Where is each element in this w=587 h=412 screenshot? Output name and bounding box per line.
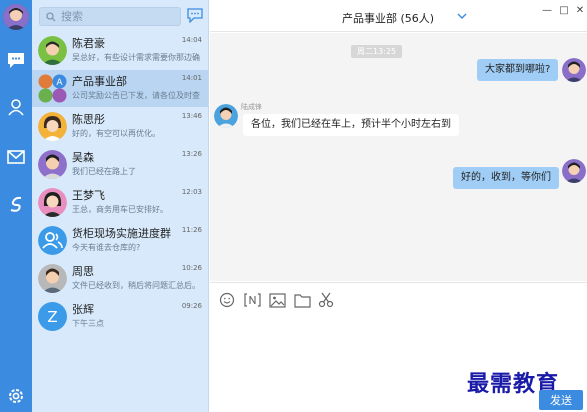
- search-box[interactable]: [39, 7, 181, 26]
- message-bubble-out: 大家都到哪啦?: [477, 59, 559, 81]
- maximize-button[interactable]: □: [557, 3, 571, 17]
- contact-name: 陈君豪: [72, 37, 105, 50]
- contact-name: 王梦飞: [72, 189, 105, 202]
- contact-name: 产品事业部: [72, 75, 127, 88]
- left-rail: [0, 0, 32, 412]
- avatar: [562, 159, 586, 183]
- letter-avatar: Z: [38, 302, 67, 331]
- message-time: 11:26: [181, 226, 202, 234]
- image-icon[interactable]: [268, 291, 286, 309]
- contact-name: 周思: [72, 265, 94, 278]
- composer-toolbar: [210, 282, 587, 316]
- new-chat-icon[interactable]: [187, 8, 203, 24]
- list-item[interactable]: 吴森 13:26 我们已经在路上了: [32, 146, 208, 183]
- chevron-down-icon[interactable]: [456, 11, 468, 21]
- svg-text:A: A: [56, 78, 63, 88]
- message-bubble-in: 各位，我们已经在车上，预计半个小时左右到: [243, 114, 459, 136]
- contact-name: 货柜现场实施进度群: [72, 227, 171, 240]
- avatar: [562, 58, 586, 82]
- message-area: 周二13:25 大家都到哪啦? 陆成锋 各位，我们已经在车上，预计半个小时左右到…: [210, 33, 587, 281]
- sender-name: 陆成锋: [241, 103, 262, 111]
- message-time: 10:26: [181, 264, 202, 272]
- list-item[interactable]: 陈思彤 13:46 好的，有空可以再优化。: [32, 108, 208, 145]
- contact-name: 陈思彤: [72, 113, 105, 126]
- contacts-person-icon[interactable]: [4, 95, 28, 119]
- folder-icon[interactable]: [293, 291, 311, 309]
- message-time: 12:03: [181, 188, 202, 196]
- message-time: 14:01: [181, 74, 202, 82]
- message-preview: 今天有谁去仓库的?: [72, 243, 141, 252]
- close-button[interactable]: ✕: [573, 3, 587, 17]
- emoji-icon[interactable]: [218, 291, 236, 309]
- avatar: [38, 264, 67, 293]
- list-item[interactable]: 货柜现场实施进度群 11:26 今天有谁去仓库的?: [32, 222, 208, 259]
- scissors-icon[interactable]: [317, 291, 335, 309]
- message-preview: 公司奖励公告已下发，请各位及时查: [72, 91, 200, 100]
- search-input[interactable]: [61, 10, 171, 23]
- list-item[interactable]: 王梦飞 12:03 王总，商务用车已安排好。: [32, 184, 208, 221]
- message-preview: 吴总好，有些设计需求需要你那边确: [72, 53, 200, 62]
- apps-link-icon[interactable]: [4, 192, 28, 216]
- group-avatar: A: [38, 74, 67, 103]
- mail-icon[interactable]: [4, 145, 28, 169]
- message-preview: 文件已经收到，稍后将问题汇总后。: [72, 281, 200, 290]
- avatar: [38, 150, 67, 179]
- contact-name: 张辉: [72, 303, 94, 316]
- avatar: [38, 36, 67, 65]
- minimize-button[interactable]: —: [540, 3, 554, 17]
- list-item-selected[interactable]: A 产品事业部 14:01 公司奖励公告已下发，请各位及时查: [32, 70, 208, 107]
- time-divider: 周二13:25: [351, 45, 403, 58]
- conversation-list: 陈君豪 14:04 吴总好，有些设计需求需要你那边确 A 产品事业部 14:01…: [32, 0, 209, 412]
- message-time: 14:04: [181, 36, 202, 44]
- message-time: 09:26: [181, 302, 202, 310]
- chat-title: 产品事业部 (56人): [342, 12, 435, 25]
- chat-bubble-icon[interactable]: [4, 48, 28, 72]
- message-preview: 好的，有空可以再优化。: [72, 129, 160, 138]
- message-preview: 我们已经在路上了: [72, 167, 136, 176]
- contact-name: 吴森: [72, 151, 94, 164]
- screenshot-icon[interactable]: [243, 291, 261, 309]
- chat-header: 产品事业部 (56人) — □ ✕: [210, 0, 587, 32]
- message-time: 13:46: [181, 112, 202, 120]
- chat-pane: 产品事业部 (56人) — □ ✕ 周二13:25 大家都到哪啦? 陆成锋 各位…: [210, 0, 587, 412]
- avatar: [214, 104, 238, 128]
- settings-gear-icon[interactable]: [4, 384, 28, 408]
- message-preview: 王总，商务用车已安排好。: [72, 205, 168, 214]
- search-icon: [46, 11, 56, 21]
- list-item[interactable]: 陈君豪 14:04 吴总好，有些设计需求需要你那边确: [32, 32, 208, 69]
- list-item[interactable]: 周思 10:26 文件已经收到，稍后将问题汇总后。: [32, 260, 208, 297]
- message-preview: 下午三点: [72, 319, 104, 328]
- send-button[interactable]: 发送: [539, 390, 583, 410]
- avatar: [38, 188, 67, 217]
- message-bubble-out: 好的，收到，等你们: [453, 167, 559, 189]
- message-time: 13:26: [181, 150, 202, 158]
- avatar: [38, 112, 67, 141]
- my-avatar[interactable]: [3, 4, 29, 30]
- group-avatar: [38, 226, 67, 255]
- list-item[interactable]: Z 张辉 09:26 下午三点: [32, 298, 208, 335]
